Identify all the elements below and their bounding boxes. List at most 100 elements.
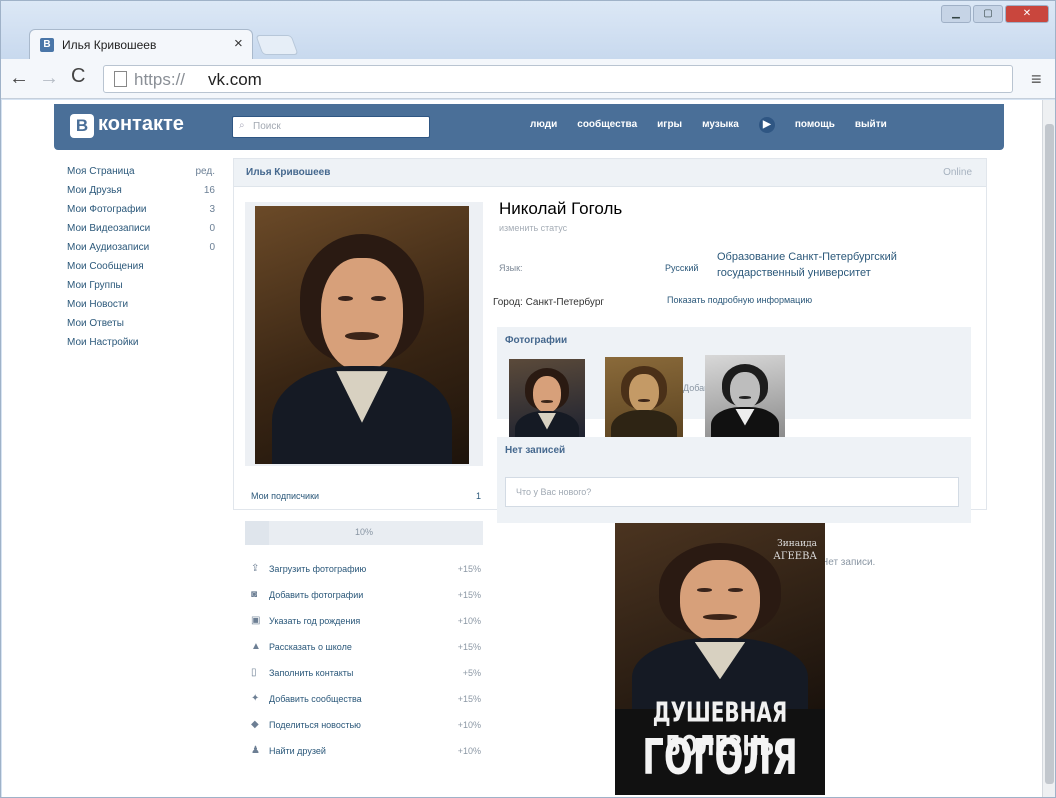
task-label: Добавить сообщества	[269, 694, 362, 704]
friends-icon: ♟	[251, 745, 260, 756]
task-item[interactable]: ▲ Рассказать о школе +15%	[251, 639, 481, 665]
left-menu-item[interactable]: Мои Друзья 16	[67, 185, 221, 204]
task-label: Добавить фотографии	[269, 590, 364, 600]
subscribers-label: Мои подписчики	[251, 491, 320, 501]
task-item[interactable]: ▯ Заполнить контакты +5%	[251, 665, 481, 691]
left-menu-label: Мои Ответы	[67, 318, 124, 329]
share-icon: ◆	[251, 719, 259, 730]
info-education[interactable]: Образование Санкт-Петербургский	[717, 251, 897, 263]
camera-icon: ◙	[251, 589, 258, 600]
book-author-last-name: АГЕЕВА	[773, 551, 817, 562]
left-menu-label: Мои Друзья	[67, 185, 122, 196]
show-more-info-link[interactable]: Показать подробную информацию	[667, 295, 812, 305]
tab-close-icon[interactable]: ×	[234, 35, 243, 52]
photos-section: Фотографии Добавить фотографии	[497, 327, 971, 443]
maximize-button[interactable]: ▢	[973, 5, 1003, 23]
music-play-icon[interactable]: ▶	[758, 117, 775, 133]
left-menu-item[interactable]: Мои Фотографии 3	[67, 204, 221, 223]
left-menu-item[interactable]: Мои Видеозаписи 0	[67, 223, 221, 242]
left-menu: Моя Страница ред. Мои Друзья 16 Мои Фотогр…	[67, 166, 221, 356]
profile-avatar[interactable]	[255, 206, 469, 464]
left-menu-item[interactable]: Моя Страница ред.	[67, 166, 221, 185]
browser-titlebar: В Илья Кривошеев × ▁ ▢ ✕	[1, 1, 1055, 59]
info-city: Город: Санкт-Петербург	[493, 297, 605, 308]
task-label: Рассказать о школе	[269, 642, 352, 652]
search-placeholder: Поиск	[253, 121, 281, 132]
subscribers-row[interactable]: Мои подписчики 1	[251, 491, 481, 501]
edit-status-link[interactable]: изменить статус	[499, 223, 567, 233]
left-menu-label: Мои Фотографии	[67, 204, 147, 215]
close-window-button[interactable]: ✕	[1005, 5, 1049, 23]
task-percent: +15%	[457, 590, 481, 600]
left-menu-count[interactable]: ред.	[195, 166, 215, 185]
vk-logo-text[interactable]: контакте	[98, 113, 184, 136]
browser-tab[interactable]: В Илья Кривошеев ×	[29, 29, 253, 59]
photo-thumbnail[interactable]	[705, 355, 785, 439]
nav-games[interactable]: игры	[657, 119, 682, 133]
left-menu-item[interactable]: Мои Настройки	[67, 337, 221, 356]
url-host: vk.com	[208, 70, 262, 89]
left-menu-count: 0	[209, 223, 215, 234]
task-item[interactable]: ✦ Добавить сообщества +15%	[251, 691, 481, 717]
forward-arrow-icon[interactable]: →	[39, 67, 59, 90]
progress-label: 10%	[354, 527, 373, 537]
task-label: Заполнить контакты	[269, 668, 354, 678]
info-education-university[interactable]: государственный университет	[717, 267, 871, 279]
task-item[interactable]: ♟ Найти друзей +10%	[251, 743, 481, 769]
task-item[interactable]: ◙ Добавить фотографии +15%	[251, 587, 481, 613]
task-percent: +15%	[457, 694, 481, 704]
info-language[interactable]: Русский	[665, 263, 698, 273]
upload-photo-icon: ⇪	[251, 563, 260, 574]
new-tab-button[interactable]	[255, 35, 299, 55]
subscribers-count: 1	[475, 491, 481, 501]
url-scheme: https://	[134, 70, 186, 89]
left-menu-label: Мои Сообщения	[67, 261, 144, 272]
photos-title[interactable]: Фотографии	[505, 335, 567, 346]
scrollbar-thumb[interactable]	[1045, 124, 1054, 784]
task-percent: +15%	[457, 642, 481, 652]
nav-logout[interactable]: выйти	[855, 119, 887, 133]
task-percent: +10%	[457, 616, 481, 626]
task-item[interactable]: ⇪ Загрузить фотографию +15%	[251, 561, 481, 587]
browser-window: В Илья Кривошеев × ▁ ▢ ✕ ← → C https:// …	[0, 0, 1056, 798]
photo-thumbnail[interactable]	[509, 359, 585, 443]
info-label: Язык:	[499, 263, 523, 273]
nav-people[interactable]: люди	[530, 119, 557, 133]
left-menu-count: 0	[209, 242, 215, 253]
new-post-placeholder: Что у Вас нового?	[516, 487, 592, 497]
left-menu-item[interactable]: Мои Новости	[67, 299, 221, 318]
vk-logo-icon[interactable]: В	[70, 114, 94, 138]
new-post-input[interactable]: Что у Вас нового?	[505, 477, 959, 507]
task-percent: +15%	[457, 564, 481, 574]
calendar-icon: ▣	[251, 615, 261, 626]
address-bar[interactable]: https:// vk.com	[103, 65, 1013, 93]
nav-help[interactable]: помощь	[795, 119, 835, 133]
profile-tasks: ⇪ Загрузить фотографию +15% ◙ Добавить фото…	[251, 561, 481, 769]
task-item[interactable]: ▣ Указать год рождения +10%	[251, 613, 481, 639]
school-icon: ▲	[251, 641, 261, 652]
task-label: Поделиться новостью	[269, 720, 361, 730]
task-percent: +10%	[457, 720, 481, 730]
nav-communities[interactable]: сообщества	[577, 119, 637, 133]
left-menu-label: Моя Страница	[67, 166, 135, 177]
left-menu-item[interactable]: Мои Ответы	[67, 318, 221, 337]
task-percent: +5%	[462, 668, 481, 678]
left-menu-label: Мои Аудиозаписи	[67, 242, 150, 253]
photo-thumbnail[interactable]	[605, 357, 683, 443]
left-menu-label: Мои Настройки	[67, 337, 139, 348]
wall-title: Нет записей	[505, 445, 566, 456]
left-menu-item[interactable]: Мои Группы	[67, 280, 221, 299]
task-label: Указать год рождения	[269, 616, 361, 626]
left-menu-item[interactable]: Мои Сообщения	[67, 261, 221, 280]
minimize-button[interactable]: ▁	[941, 5, 971, 23]
task-item[interactable]: ◆ Поделиться новостью +10%	[251, 717, 481, 743]
back-arrow-icon[interactable]: ←	[9, 67, 29, 90]
browser-menu-icon[interactable]: ≡	[1031, 69, 1042, 90]
owner-name[interactable]: Илья Кривошеев	[246, 167, 330, 178]
left-menu-item[interactable]: Мои Аудиозаписи 0	[67, 242, 221, 261]
top-nav: люди сообщества игры музыка ▶ помощь вый…	[530, 117, 887, 133]
search-input[interactable]: ⌕ Поиск	[232, 116, 430, 138]
page-scrollbar[interactable]	[1042, 100, 1055, 797]
reload-icon[interactable]: C	[71, 65, 85, 88]
nav-music[interactable]: музыка	[702, 119, 739, 133]
